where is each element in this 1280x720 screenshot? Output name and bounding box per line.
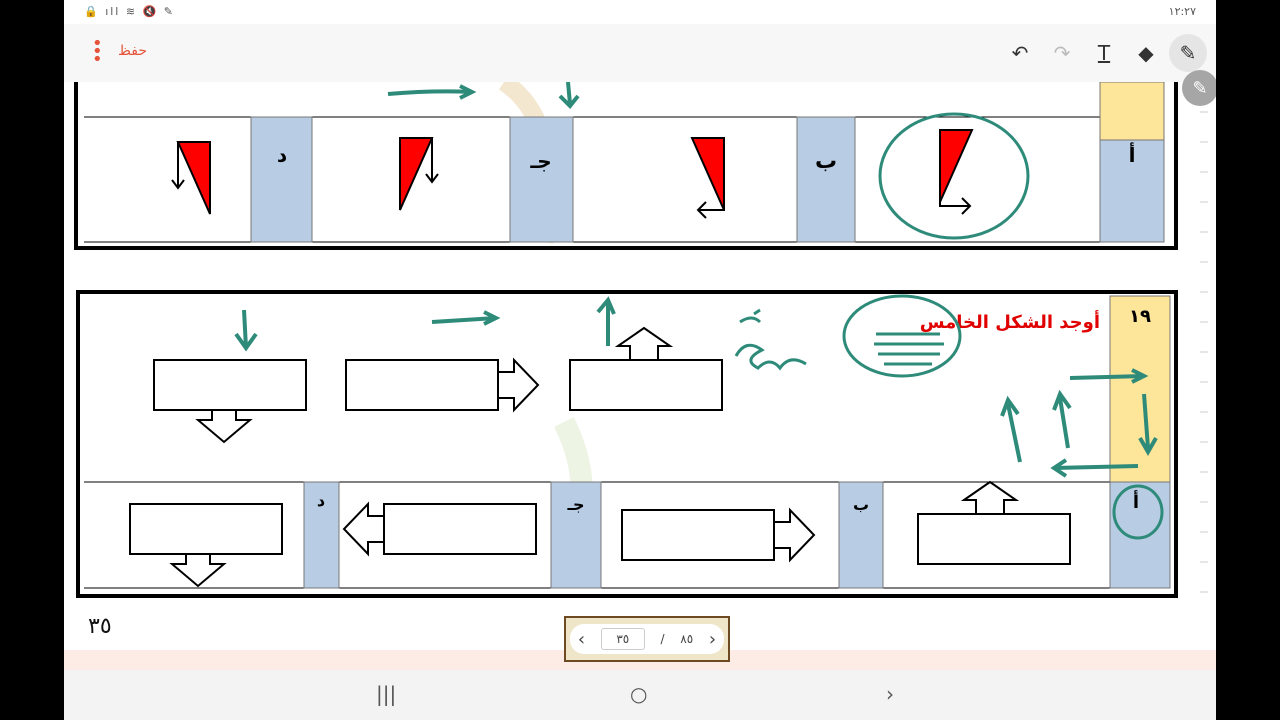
handwritten-scribble — [874, 332, 944, 366]
worksheet-page[interactable]: أ ب جـ د ١٩ أوجد الشكل الخامس أ ب جـ د ٣… — [64, 82, 1216, 670]
handwritten-arrow — [596, 296, 616, 346]
top-question-section: أ ب جـ د — [74, 82, 1178, 250]
answer-figure-b — [621, 507, 816, 563]
bottom-option-label-d: د — [317, 491, 325, 510]
bottom-option-label-c: جـ — [567, 495, 585, 514]
handwritten-arrow — [387, 89, 473, 96]
red-flag-shape-b — [690, 137, 725, 219]
text-tool-icon[interactable]: T — [1085, 34, 1123, 72]
bottom-option-label-a: أ — [1133, 490, 1139, 513]
answer-figure-a — [917, 480, 1071, 565]
top-option-label-c: جـ — [529, 149, 551, 173]
page-number: ٣٥ — [88, 614, 112, 639]
pen-tool-icon[interactable]: ✎ — [1169, 34, 1207, 72]
navigation-bar: ||| ○ › — [64, 670, 1216, 720]
top-option-label-d: د — [277, 143, 287, 167]
handwritten-arrow — [431, 310, 501, 326]
next-page-icon[interactable]: › — [709, 629, 716, 650]
bottom-option-label-b: ب — [853, 495, 869, 514]
tablet-screen: 🔒 ıll ≋ 🔇 ✎ ١٢:٢٧ • • • حفظ ↶ ↷ T ◆ ✎ أ … — [64, 0, 1216, 720]
previous-page-icon[interactable]: ‹ — [578, 629, 585, 650]
status-left-icons: 🔒 ıll ≋ 🔇 ✎ — [84, 5, 175, 18]
top-header-cell — [1099, 82, 1165, 141]
back-icon[interactable]: › — [886, 682, 894, 706]
top-option-label-b: ب — [815, 149, 837, 174]
redo-icon[interactable]: ↷ — [1043, 34, 1081, 72]
scroll-ruler — [1200, 111, 1208, 593]
eraser-icon[interactable]: ◆ — [1127, 34, 1165, 72]
answer-figure-c — [342, 501, 537, 557]
worksheet-canvas: أ ب جـ د ١٩ أوجد الشكل الخامس أ ب جـ د — [64, 82, 1216, 670]
current-page-input[interactable]: ٣٥ — [600, 628, 645, 650]
handwritten-arrow — [1052, 389, 1072, 449]
total-pages: ٨٥ — [680, 632, 694, 646]
more-menu-icon[interactable]: • • • — [92, 35, 103, 69]
bottom-question-section: ١٩ أوجد الشكل الخامس أ ب جـ د — [76, 290, 1178, 598]
handwritten-arrow — [1000, 395, 1022, 463]
handwritten-arrow — [558, 82, 580, 109]
red-flag-shape-a — [939, 129, 974, 215]
handwritten-note — [734, 308, 807, 371]
question-text: أوجد الشكل الخامس — [920, 310, 1100, 333]
undo-icon[interactable]: ↶ — [1001, 34, 1039, 72]
status-time: ١٢:٢٧ — [1168, 5, 1196, 18]
red-flag-shape-d — [171, 141, 211, 215]
home-icon[interactable]: ○ — [630, 682, 647, 706]
app-toolbar: • • • حفظ ↶ ↷ T ◆ ✎ — [64, 24, 1216, 82]
floating-pen-icon[interactable]: ✎ — [1182, 70, 1216, 106]
option-label-cell — [250, 116, 313, 243]
red-flag-shape-c — [399, 137, 439, 211]
status-bar: 🔒 ıll ≋ 🔇 ✎ ١٢:٢٧ — [64, 0, 1216, 24]
sequence-figure-1 — [569, 326, 723, 411]
sequence-figure-2 — [345, 357, 540, 413]
handwritten-arrow — [234, 309, 258, 352]
recents-icon[interactable]: ||| — [376, 682, 396, 706]
sequence-figure-3 — [153, 359, 307, 444]
answer-figure-d — [129, 503, 283, 588]
handwritten-arrow — [1069, 368, 1149, 384]
page-separator: / — [660, 632, 665, 646]
page-navigator: ‹ ٣٥ / ٨٥ › — [564, 616, 730, 662]
page-navigator-controls: ‹ ٣٥ / ٨٥ › — [570, 624, 724, 654]
save-button[interactable]: حفظ — [118, 43, 147, 59]
option-label-cell — [796, 116, 856, 243]
top-option-label-a: أ — [1129, 141, 1136, 167]
option-label-cell — [509, 116, 574, 243]
question-number: ١٩ — [1129, 306, 1151, 327]
